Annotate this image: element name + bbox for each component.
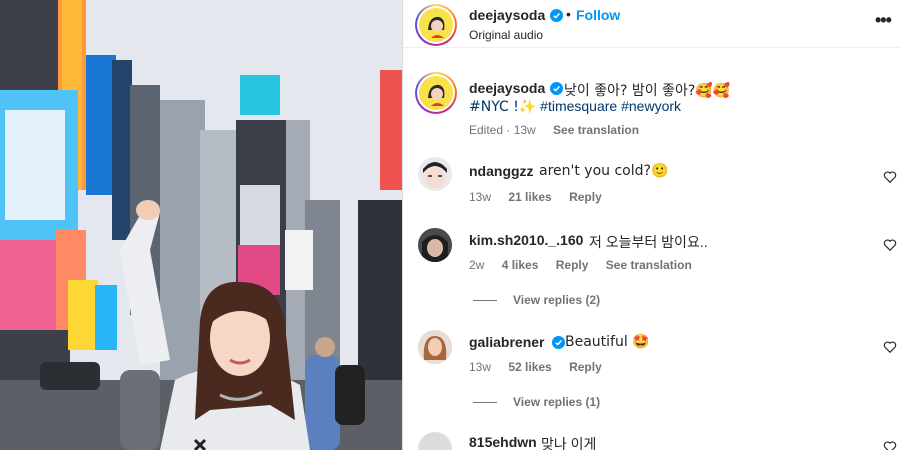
comment-username[interactable]: galiabrener	[469, 334, 544, 350]
comment-username[interactable]: ndanggzz	[469, 163, 534, 179]
heart-outline-icon[interactable]	[883, 340, 897, 354]
comment-text: 맞나 이게	[541, 436, 597, 450]
verified-badge-icon	[550, 82, 563, 95]
verified-badge-icon	[550, 9, 563, 22]
heart-outline-icon[interactable]	[883, 440, 897, 450]
view-replies-button[interactable]: View replies (1)	[473, 395, 600, 409]
author-avatar[interactable]	[415, 4, 457, 46]
comment-meta: 2w 4 likes Reply See translation	[469, 258, 706, 272]
comment-meta: 13w 21 likes Reply	[469, 190, 616, 204]
comment-avatar[interactable]	[418, 330, 452, 364]
comment-age: 13w	[469, 360, 492, 374]
comment-text: 저 오늘부터 밤이요..	[589, 234, 708, 250]
heart-outline-icon[interactable]	[883, 170, 897, 184]
comment-avatar[interactable]	[418, 157, 452, 191]
comment-age: 13w	[469, 190, 492, 204]
caption-hashtags: #NYC !✨ #timesquare #newyork	[469, 98, 681, 115]
verified-badge-icon	[552, 336, 565, 349]
comment-username[interactable]: 815ehdwn	[469, 434, 537, 450]
view-replies-label: View replies (1)	[513, 395, 601, 409]
comment-avatar[interactable]	[418, 228, 452, 262]
view-replies-button[interactable]: View replies (2)	[473, 293, 600, 307]
comment-text: Beautiful 🤩	[565, 334, 650, 350]
separator-dot: •	[566, 6, 571, 22]
edited-timestamp: Edited · 13w	[469, 123, 536, 137]
post-details-panel: deejaysoda • Follow Original audio ••• d…	[403, 0, 900, 450]
comment-meta: 13w 52 likes Reply	[469, 360, 616, 374]
follow-button[interactable]: Follow	[576, 7, 620, 23]
hashtag-timesquare[interactable]: #timesquare	[540, 98, 617, 114]
audio-label[interactable]: Original audio	[469, 28, 543, 42]
hashtag-newyork[interactable]: #newyork	[621, 98, 681, 114]
reply-button[interactable]: Reply	[556, 258, 589, 272]
reply-button[interactable]: Reply	[569, 190, 602, 204]
comment-likes[interactable]: 4 likes	[502, 258, 539, 272]
see-translation-link[interactable]: See translation	[553, 123, 639, 137]
comment-age: 2w	[469, 258, 485, 272]
post-media[interactable]	[0, 0, 402, 450]
times-square-video-frame	[0, 0, 402, 450]
replies-divider-line	[473, 402, 497, 404]
view-replies-label: View replies (2)	[513, 293, 601, 307]
caption-avatar[interactable]	[415, 72, 457, 114]
caption-username[interactable]: deejaysoda	[469, 80, 545, 96]
reply-button[interactable]: Reply	[569, 360, 602, 374]
comment-avatar[interactable]	[418, 432, 452, 450]
caption-meta: Edited · 13w See translation	[469, 123, 653, 137]
author-username[interactable]: deejaysoda	[469, 7, 545, 23]
post-header: deejaysoda • Follow Original audio •••	[403, 0, 900, 48]
comment-username[interactable]: kim.sh2010._.160	[469, 232, 583, 248]
more-options-icon[interactable]: •••	[875, 10, 892, 31]
comment-likes[interactable]: 52 likes	[508, 360, 551, 374]
hashtag-nyc[interactable]: #NYC !✨	[469, 99, 536, 115]
caption-text: 낮이 좋아? 밤이 좋아?🥰🥰	[564, 83, 731, 99]
replies-divider-line	[473, 300, 497, 302]
comment-likes[interactable]: 21 likes	[508, 190, 551, 204]
comment-text: aren't you cold?🙂	[539, 163, 669, 179]
see-translation-link[interactable]: See translation	[606, 258, 692, 272]
heart-outline-icon[interactable]	[883, 238, 897, 252]
